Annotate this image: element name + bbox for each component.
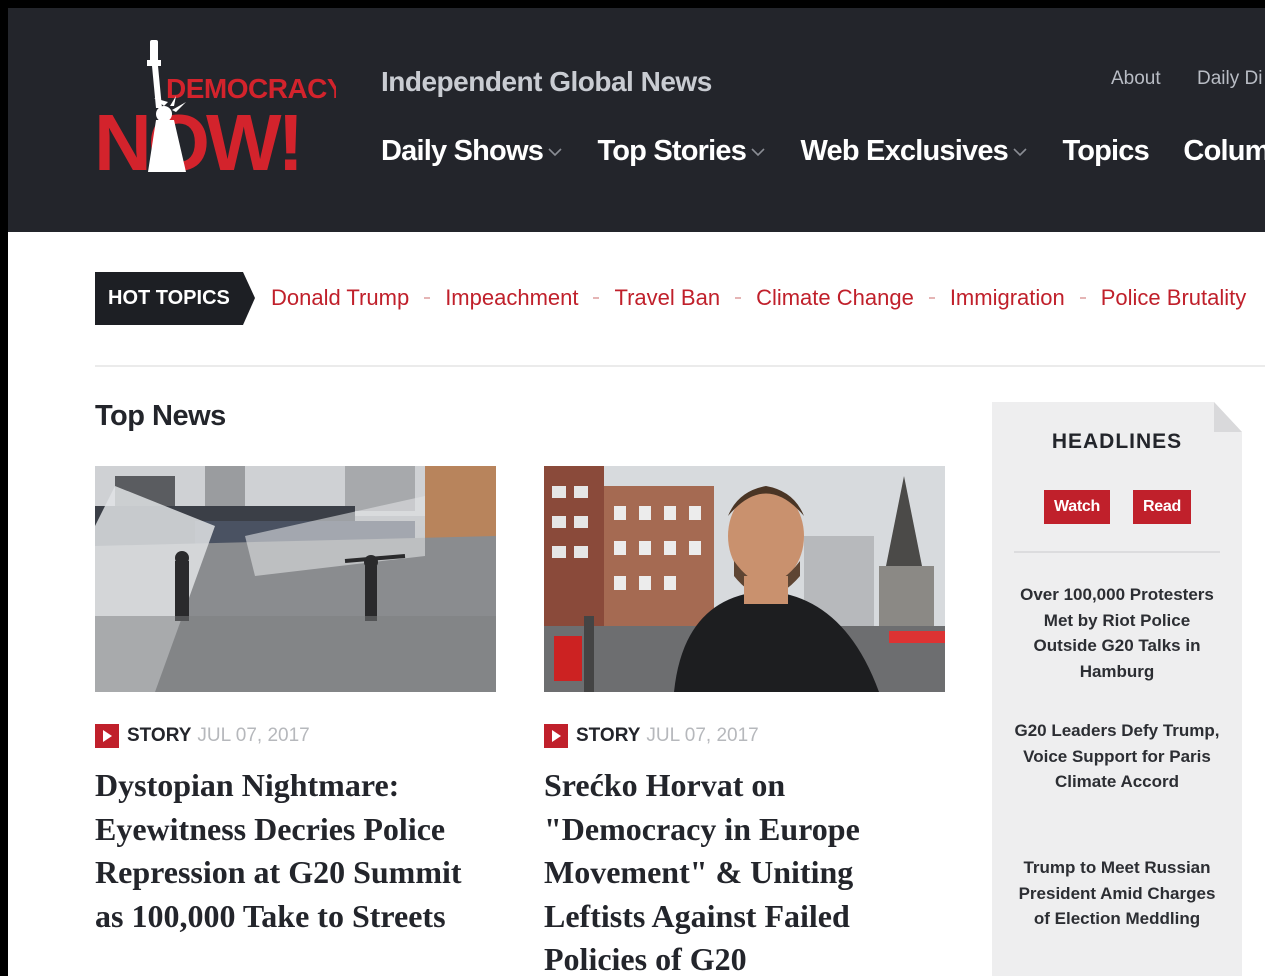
site-tagline: Independent Global News xyxy=(381,66,712,97)
page: NOW! DEMOCRACY Independent Global News A… xyxy=(8,8,1265,976)
sidebar-corner-fold xyxy=(1214,402,1242,432)
chevron-down-icon xyxy=(751,148,765,157)
nav-topics[interactable]: Topics xyxy=(1062,135,1149,168)
hot-topic-donald-trump[interactable]: Donald Trump xyxy=(271,285,409,311)
headline-item[interactable]: G20 Leaders Defy Trump, Voice Support fo… xyxy=(1014,718,1220,795)
nav-web-exclusives[interactable]: Web Exclusives xyxy=(801,135,1029,168)
headline-item[interactable]: Over 100,000 Protesters Met by Riot Poli… xyxy=(1014,582,1220,684)
story-date: JUL 07, 2017 xyxy=(197,725,310,746)
nav-top-stories[interactable]: Top Stories xyxy=(597,135,766,168)
hot-topic-impeachment[interactable]: Impeachment xyxy=(445,285,578,311)
democracy-now-logo[interactable]: NOW! DEMOCRACY xyxy=(94,36,336,172)
nav-daily-shows[interactable]: Daily Shows xyxy=(381,135,563,168)
chevron-down-icon xyxy=(1013,148,1027,157)
story-card[interactable]: STORY JUL 07, 2017 Dystopian Nightmare: E… xyxy=(95,466,496,934)
headline-item[interactable]: Trump to Meet Russian President Amid Cha… xyxy=(1014,855,1220,932)
main-nav: Daily Shows Top Stories Web Exclusives T… xyxy=(381,135,1265,175)
story-type-label: STORY xyxy=(127,725,192,746)
chevron-down-icon xyxy=(548,148,562,157)
play-icon xyxy=(544,724,568,748)
story-thumbnail[interactable] xyxy=(95,466,496,692)
play-icon xyxy=(95,724,119,748)
story-headline[interactable]: Dystopian Nightmare: Eyewitness Decries … xyxy=(95,764,496,938)
story-card[interactable]: STORY JUL 07, 2017 Srećko Horvat on "Demo… xyxy=(544,466,945,976)
headlines-divider xyxy=(1014,551,1220,553)
story-headline[interactable]: Srećko Horvat on "Democracy in Europe Mo… xyxy=(544,764,945,976)
hot-topic-immigration[interactable]: Immigration xyxy=(950,285,1065,311)
read-button[interactable]: Read xyxy=(1133,490,1191,524)
section-divider xyxy=(95,365,1265,367)
site-header: NOW! DEMOCRACY Independent Global News A… xyxy=(8,8,1265,232)
hot-topics-label: HOT TOPICS xyxy=(95,272,255,325)
story-meta: STORY JUL 07, 2017 xyxy=(95,724,310,748)
nav-columns[interactable]: Columns xyxy=(1183,135,1265,168)
story-type-label: STORY xyxy=(576,725,641,746)
hot-topic-police-brutality[interactable]: Police Brutality xyxy=(1101,285,1247,311)
watch-button[interactable]: Watch xyxy=(1044,490,1110,524)
headlines-sidebar: HEADLINES Watch Read Over 100,000 Protes… xyxy=(992,402,1242,976)
hot-topics-list: Donald Trump Impeachment Travel Ban Climate… xyxy=(271,285,1246,311)
story-meta: STORY JUL 07, 2017 xyxy=(544,724,759,748)
hot-topic-travel-ban[interactable]: Travel Ban xyxy=(614,285,720,311)
logo-now-text: NOW! xyxy=(94,98,300,172)
hot-topic-climate-change[interactable]: Climate Change xyxy=(756,285,914,311)
util-link-daily-digest[interactable]: Daily Di xyxy=(1197,68,1262,90)
story-date: JUL 07, 2017 xyxy=(646,725,759,746)
headlines-title: HEADLINES xyxy=(1051,430,1183,453)
story-thumbnail[interactable] xyxy=(544,466,945,692)
util-link-about[interactable]: About xyxy=(1111,68,1161,90)
top-news-title: Top News xyxy=(95,400,226,432)
logo-democracy-text: DEMOCRACY xyxy=(166,73,336,104)
